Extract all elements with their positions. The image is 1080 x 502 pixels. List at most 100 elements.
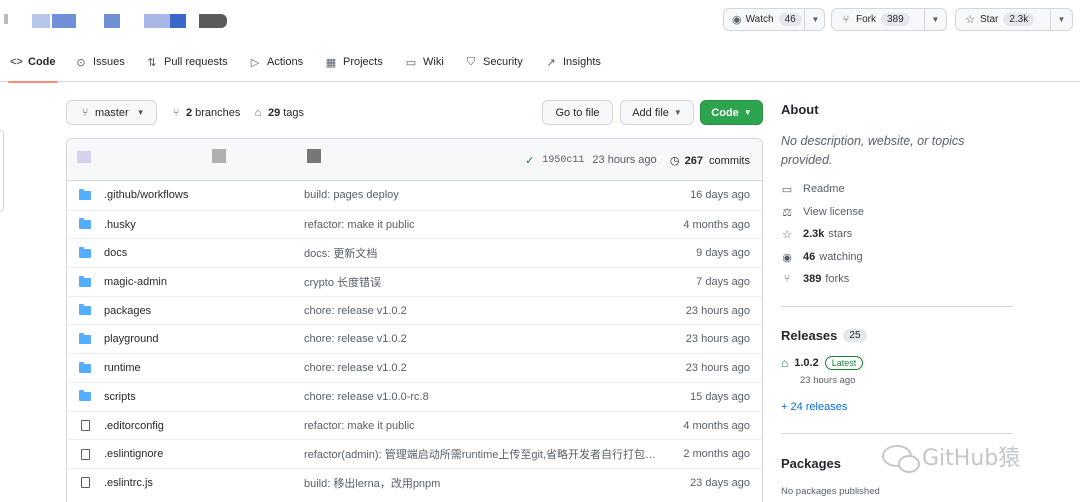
play-icon: ▷ bbox=[250, 56, 260, 69]
add-file-button[interactable]: Add file ▼ bbox=[620, 100, 694, 125]
tab-security[interactable]: ⛉ Security bbox=[465, 42, 523, 82]
commit-message[interactable]: docs: 更新文档 bbox=[304, 239, 659, 267]
file-row[interactable]: scripts chore: release v1.0.0-rc.8 15 days… bbox=[67, 381, 762, 411]
commit-age: 4 months ago bbox=[683, 218, 750, 231]
file-icon bbox=[81, 477, 90, 489]
file-row[interactable]: docs docs: 更新文档 9 days ago bbox=[67, 238, 762, 267]
chevron-down-icon: ▼ bbox=[743, 108, 752, 117]
commit-age: 2 months ago bbox=[683, 448, 750, 461]
file-row[interactable]: .editorconfig refactor: make it public 4 m… bbox=[67, 410, 762, 440]
file-name[interactable]: docs bbox=[104, 239, 127, 267]
obscured-repo-name bbox=[4, 14, 230, 28]
branch-icon: ⑂ bbox=[172, 106, 180, 119]
file-name[interactable]: scripts bbox=[104, 383, 136, 411]
file-name[interactable]: runtime bbox=[104, 354, 141, 382]
file-name[interactable]: .editorconfig bbox=[104, 412, 164, 440]
tab-pull-requests[interactable]: ⇅ Pull requests bbox=[146, 42, 227, 82]
more-releases-link[interactable]: + 24 releases bbox=[781, 401, 847, 413]
branch-icon: ⑂ bbox=[81, 106, 89, 119]
star-dropdown[interactable]: ▼ bbox=[1050, 9, 1072, 30]
repo-header: ◉ Watch 46 ▼ ⑂ Fork 389 ▼ ☆ Star 2.3k ▼ bbox=[0, 0, 1080, 42]
file-name[interactable]: magic-admin bbox=[104, 268, 167, 296]
commit-message[interactable]: chore: release v1.0.2 bbox=[304, 354, 659, 382]
commit-message[interactable]: refactor: make it public bbox=[304, 211, 659, 239]
watch-button[interactable]: ◉ Watch 46 ▼ bbox=[723, 8, 825, 31]
book-icon: ▭ bbox=[781, 183, 793, 196]
tab-code[interactable]: <> Code bbox=[8, 42, 57, 83]
commit-age: 23 hours ago bbox=[685, 304, 750, 317]
no-packages-text: No packages published bbox=[781, 486, 880, 497]
file-row[interactable]: magic-admin crypto 长度错误 7 days ago bbox=[67, 267, 762, 296]
folder-icon bbox=[79, 304, 91, 316]
tab-wiki[interactable]: ▭ Wiki bbox=[405, 42, 444, 82]
file-row[interactable]: runtime chore: release v1.0.2 23 hours ago bbox=[67, 353, 762, 382]
file-icon bbox=[81, 448, 90, 460]
commit-message[interactable]: chore: release v1.0.2 bbox=[304, 325, 659, 353]
fork-dropdown[interactable]: ▼ bbox=[924, 9, 946, 30]
file-row[interactable]: packages chore: release v1.0.2 23 hours ag… bbox=[67, 295, 762, 325]
tab-issues[interactable]: ⊙ Issues bbox=[75, 42, 124, 82]
releases-heading[interactable]: Releases 25 bbox=[781, 328, 867, 343]
branch-selector[interactable]: ⑂ master ▼ bbox=[66, 100, 157, 125]
file-row[interactable]: .github/workflows build: pages deploy 16 d… bbox=[67, 181, 762, 210]
fork-icon: ⑂ bbox=[842, 13, 850, 26]
code-icon: <> bbox=[10, 56, 23, 68]
file-name[interactable]: .eslintignore bbox=[104, 440, 163, 468]
law-icon: ⚖ bbox=[782, 206, 792, 219]
file-name[interactable]: .husky bbox=[104, 211, 136, 239]
file-row[interactable]: .husky refactor: make it public 4 months a… bbox=[67, 209, 762, 239]
commits-link[interactable]: ◷ 267 commits bbox=[669, 154, 750, 167]
star-button[interactable]: ☆ Star 2.3k ▼ bbox=[955, 8, 1073, 31]
shield-icon: ⛉ bbox=[466, 55, 476, 68]
repo-nav: <> Code ⊙ Issues ⇅ Pull requests ▷ Actions ▦… bbox=[0, 42, 1080, 83]
commit-age: 16 days ago bbox=[690, 189, 750, 201]
watching-link[interactable]: ◉ 46 watching bbox=[781, 249, 862, 265]
license-link[interactable]: ⚖ View license bbox=[781, 204, 864, 220]
folder-icon bbox=[79, 390, 91, 402]
file-icon bbox=[81, 420, 90, 431]
obscured-commit-message bbox=[212, 149, 226, 163]
left-edge-panel bbox=[0, 130, 4, 212]
chevron-down-icon: ▼ bbox=[1057, 15, 1066, 24]
file-row[interactable]: playground chore: release v1.0.2 23 hours … bbox=[67, 324, 762, 353]
file-name[interactable]: .github/workflows bbox=[104, 181, 188, 209]
commit-message[interactable]: refactor(admin): 管理端启动所需runtime上传至git,省略… bbox=[304, 440, 659, 468]
latest-badge: Latest bbox=[824, 356, 864, 370]
commit-message[interactable]: chore: release v1.0.0-rc.8 bbox=[304, 383, 659, 411]
forks-link[interactable]: ⑂ 389 forks bbox=[781, 271, 850, 287]
tab-actions[interactable]: ▷ Actions bbox=[249, 42, 303, 82]
commit-message[interactable]: chore: release v1.0.2 bbox=[304, 297, 659, 325]
folder-icon bbox=[79, 188, 91, 200]
check-icon: ✓ bbox=[525, 154, 535, 167]
fork-button[interactable]: ⑂ Fork 389 ▼ bbox=[831, 8, 947, 31]
watch-dropdown[interactable]: ▼ bbox=[804, 9, 826, 30]
commit-sha[interactable]: 1950c11 bbox=[542, 155, 584, 166]
commit-age: 23 days ago bbox=[690, 476, 750, 489]
latest-commit-bar: ✓ 1950c11 23 hours ago ◷ 267 commits bbox=[67, 139, 762, 181]
file-name[interactable]: .eslintrc.js bbox=[104, 469, 153, 497]
code-button[interactable]: Code ▼ bbox=[700, 100, 763, 125]
commit-message[interactable]: refactor: make it public bbox=[304, 412, 659, 440]
packages-heading[interactable]: Packages bbox=[781, 456, 841, 471]
file-name[interactable]: packages bbox=[104, 297, 151, 325]
fork-count: 389 bbox=[881, 13, 910, 26]
commit-message[interactable]: build: pages deploy bbox=[304, 181, 659, 209]
file-browser: ✓ 1950c11 23 hours ago ◷ 267 commits .git… bbox=[66, 138, 763, 502]
stars-link[interactable]: ☆ 2.3k stars bbox=[781, 226, 852, 242]
readme-link[interactable]: ▭ Readme bbox=[781, 181, 845, 197]
commit-message[interactable]: crypto 长度错误 bbox=[304, 268, 659, 296]
tag-icon: ⌂ bbox=[254, 106, 262, 119]
file-row[interactable]: .eslintrc.js build: 移出lerna，改用pnpm 23 days… bbox=[67, 467, 762, 497]
tab-projects[interactable]: ▦ Projects bbox=[325, 42, 383, 82]
branches-link[interactable]: ⑂ 2 branches bbox=[170, 100, 241, 125]
tags-link[interactable]: ⌂ 29 tags bbox=[252, 100, 304, 125]
go-to-file-button[interactable]: Go to file bbox=[542, 100, 613, 125]
tab-insights[interactable]: ↗ Insights bbox=[545, 42, 601, 82]
commit-age: 9 days ago bbox=[696, 247, 750, 260]
file-row[interactable]: .eslintignore refactor(admin): 管理端启动所需run… bbox=[67, 439, 762, 468]
divider bbox=[781, 306, 1013, 307]
file-name[interactable]: playground bbox=[104, 325, 158, 353]
latest-release[interactable]: ⌂ 1.0.2 Latest bbox=[781, 356, 864, 370]
commit-message[interactable]: build: 移出lerna，改用pnpm bbox=[304, 469, 659, 497]
chevron-down-icon: ▼ bbox=[811, 15, 820, 24]
